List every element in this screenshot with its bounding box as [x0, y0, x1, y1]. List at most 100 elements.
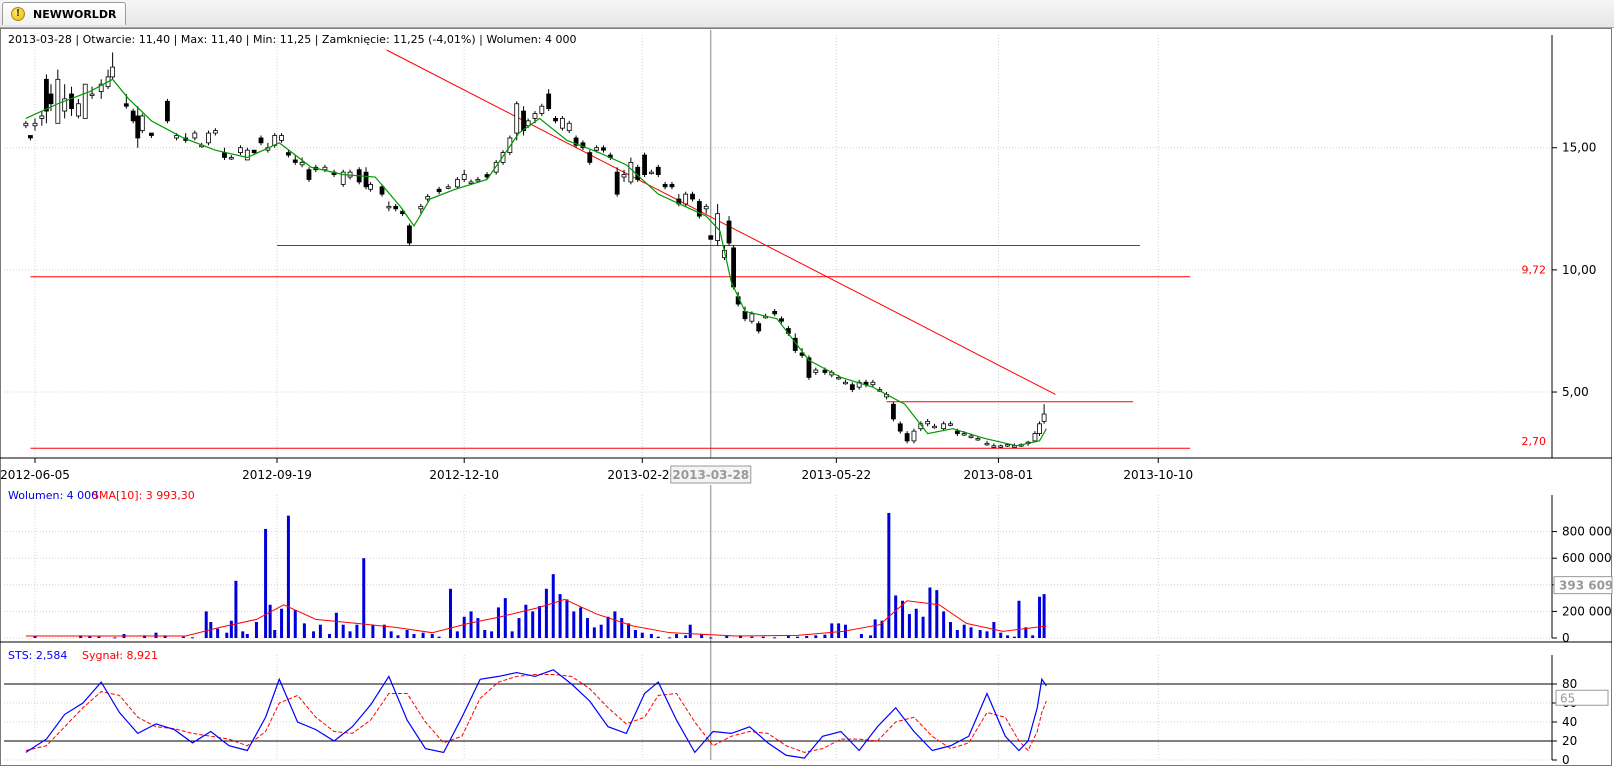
candle: [715, 203, 721, 246]
candle: [212, 128, 218, 136]
candle-body: [306, 169, 312, 180]
volume-bar: [773, 637, 777, 639]
volume-bar: [531, 611, 535, 638]
volume-bar: [572, 611, 576, 638]
volume-bar: [204, 611, 208, 638]
volume-bar: [859, 634, 863, 638]
candle-body: [897, 423, 903, 432]
volume-bar: [796, 636, 800, 638]
volume-bar: [1012, 636, 1016, 638]
volume-bar: [873, 619, 877, 638]
price-y-tick-label: 5,00: [1562, 385, 1589, 399]
candle-body: [445, 186, 451, 189]
volume-bar: [907, 614, 911, 638]
volume-bar: [371, 624, 375, 638]
candle: [649, 169, 654, 175]
volume-y-tick-label: 200 000: [1562, 604, 1612, 618]
candle-body: [669, 183, 675, 188]
candle: [573, 135, 579, 148]
x-tick-label: 2013-10-10: [1123, 468, 1193, 482]
info-bar: 2013-03-28 | Otwarcie: 11,40 | Max: 11,4…: [8, 33, 576, 46]
candle-body: [911, 430, 917, 442]
volume-bar: [154, 632, 158, 638]
sts-y-tick-label: 20: [1562, 734, 1577, 748]
volume-bar: [675, 634, 679, 638]
candle: [998, 444, 1004, 449]
volume-bar: [362, 558, 366, 638]
candle: [386, 201, 392, 212]
volume-y-tick-label: 800 000: [1562, 525, 1612, 539]
candle: [683, 191, 689, 207]
candle-body: [662, 183, 668, 188]
sts-y-tick-label: 0: [1562, 753, 1570, 767]
candle-body: [110, 66, 116, 78]
candle-body: [703, 205, 709, 210]
volume-bar: [894, 595, 898, 638]
candle: [89, 86, 95, 99]
candle-body: [368, 183, 374, 190]
candle: [461, 169, 467, 182]
candle-body: [836, 376, 842, 380]
candle: [445, 184, 451, 190]
candle-body: [386, 205, 392, 209]
grid-layer: [4, 30, 1552, 761]
candle: [23, 120, 29, 129]
candle: [149, 132, 154, 138]
candle: [228, 155, 234, 160]
volume-bar: [551, 574, 555, 638]
candle: [436, 186, 442, 195]
volume-bar: [544, 588, 548, 638]
volume-bar: [955, 630, 959, 638]
candle-body: [521, 110, 526, 132]
candle-body: [870, 381, 876, 386]
sts-signal-label: Sygnał: 8,921: [82, 649, 158, 662]
volume-bar: [668, 637, 672, 639]
candle-body: [286, 152, 291, 156]
level-label: 9,72: [1522, 264, 1547, 277]
volume-bar: [942, 611, 946, 638]
volume-bar: [268, 604, 272, 638]
candle-body: [514, 103, 520, 134]
volume-bar: [640, 632, 644, 638]
candle-body: [379, 186, 385, 195]
candle-body: [89, 93, 95, 96]
volume-bar: [97, 636, 101, 638]
volume-bar: [462, 616, 466, 638]
volume-bar: [234, 580, 238, 638]
candle: [580, 140, 586, 151]
candle-body: [299, 161, 305, 166]
volume-bar: [627, 623, 631, 638]
candle-body: [539, 105, 545, 114]
volume-bar: [449, 588, 453, 638]
volume-bar: [999, 632, 1003, 638]
candle: [44, 74, 49, 124]
volume-bar: [318, 624, 322, 638]
candle: [258, 135, 264, 146]
volume-bar: [216, 628, 220, 638]
volume-marker-label: 393 609: [1559, 579, 1613, 593]
candle: [843, 379, 848, 385]
candle: [82, 83, 88, 119]
candle: [98, 79, 104, 99]
candle-body: [23, 122, 29, 127]
volume-bar: [750, 636, 754, 638]
volume-bar: [412, 634, 416, 638]
candle-body: [363, 171, 369, 188]
candle: [306, 167, 312, 182]
chart-canvas[interactable]: 15,00 10,00 5,00 9,72 2,70 2012-06-05 2012-09-…: [0, 0, 1614, 768]
candle: [1041, 404, 1047, 424]
candle: [897, 421, 903, 434]
candle: [690, 191, 695, 202]
volume-bar: [688, 624, 692, 638]
volume-bar: [517, 618, 521, 638]
candle-body: [48, 93, 54, 105]
candle: [655, 164, 661, 178]
volume-bar: [405, 630, 409, 638]
candle: [1037, 421, 1042, 437]
candle-body: [251, 149, 257, 154]
candle-body: [690, 193, 695, 200]
price-y-tick-label: 10,00: [1562, 263, 1596, 277]
volume-bar: [814, 635, 818, 638]
candle-body: [393, 205, 399, 210]
volume-bar: [592, 627, 596, 638]
